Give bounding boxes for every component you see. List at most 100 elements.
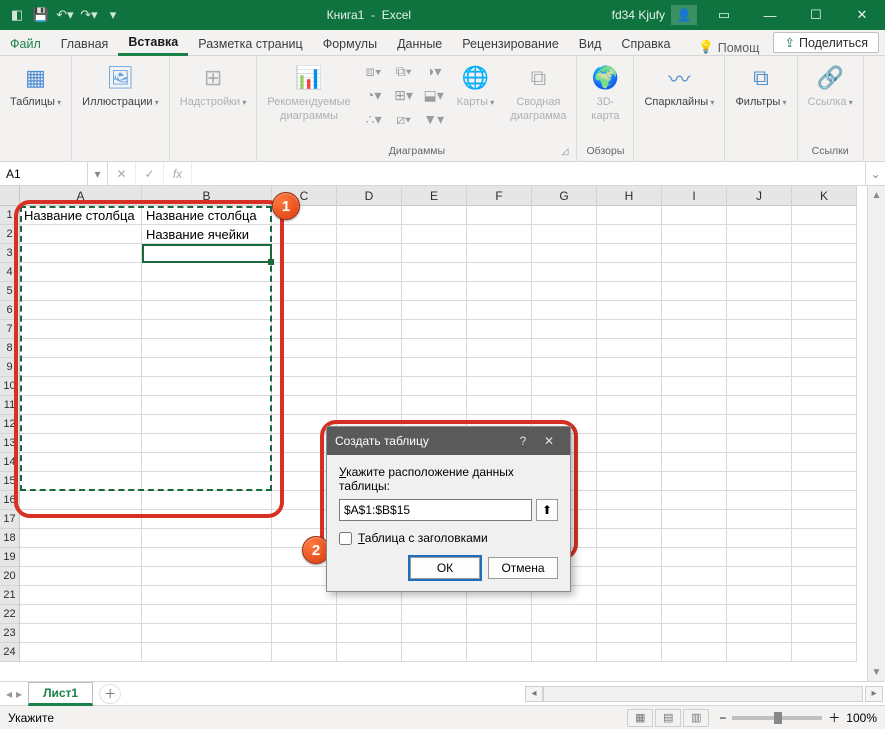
cell-A9[interactable] xyxy=(20,358,142,377)
cell-F4[interactable] xyxy=(467,263,532,282)
cell-H14[interactable] xyxy=(597,453,662,472)
cell-F23[interactable] xyxy=(467,624,532,643)
row-header-11[interactable]: 11 xyxy=(0,396,20,415)
cell-H16[interactable] xyxy=(597,491,662,510)
cell-H6[interactable] xyxy=(597,301,662,320)
cell-I15[interactable] xyxy=(662,472,727,491)
cell-D1[interactable] xyxy=(337,206,402,225)
formula-input[interactable] xyxy=(192,162,865,185)
cell-D10[interactable] xyxy=(337,377,402,396)
cell-A18[interactable] xyxy=(20,529,142,548)
row-header-19[interactable]: 19 xyxy=(0,548,20,567)
cell-J16[interactable] xyxy=(727,491,792,510)
cell-C2[interactable] xyxy=(272,225,337,244)
cell-I12[interactable] xyxy=(662,415,727,434)
cell-E6[interactable] xyxy=(402,301,467,320)
cell-I22[interactable] xyxy=(662,605,727,624)
hscroll-right-icon[interactable]: ▸ xyxy=(865,686,883,702)
cell-H2[interactable] xyxy=(597,225,662,244)
cell-A2[interactable] xyxy=(20,225,142,244)
cell-F11[interactable] xyxy=(467,396,532,415)
map-chart-icon[interactable]: ⬓▾ xyxy=(423,84,445,106)
cell-B11[interactable] xyxy=(142,396,272,415)
maximize-button[interactable]: ☐ xyxy=(793,0,839,30)
3dmap-button[interactable]: 🌍 3D- карта xyxy=(583,60,627,124)
undo-icon[interactable]: ↶▾ xyxy=(56,6,74,24)
cell-G8[interactable] xyxy=(532,339,597,358)
cell-C24[interactable] xyxy=(272,643,337,662)
row-header-21[interactable]: 21 xyxy=(0,586,20,605)
cell-D22[interactable] xyxy=(337,605,402,624)
hscroll-track[interactable] xyxy=(543,686,863,702)
cell-C5[interactable] xyxy=(272,282,337,301)
cell-C6[interactable] xyxy=(272,301,337,320)
cell-J1[interactable] xyxy=(727,206,792,225)
cell-J4[interactable] xyxy=(727,263,792,282)
table-range-input[interactable] xyxy=(339,499,532,521)
redo-icon[interactable]: ↷▾ xyxy=(80,6,98,24)
cell-H1[interactable] xyxy=(597,206,662,225)
dialog-close-button[interactable]: ✕ xyxy=(536,434,562,448)
cell-A1[interactable]: Название столбца xyxy=(20,206,142,225)
row-header-14[interactable]: 14 xyxy=(0,453,20,472)
select-all-corner[interactable] xyxy=(0,186,20,206)
cell-E11[interactable] xyxy=(402,396,467,415)
cell-G24[interactable] xyxy=(532,643,597,662)
cell-K6[interactable] xyxy=(792,301,857,320)
cell-D23[interactable] xyxy=(337,624,402,643)
cell-E10[interactable] xyxy=(402,377,467,396)
cell-I1[interactable] xyxy=(662,206,727,225)
cell-B8[interactable] xyxy=(142,339,272,358)
row-header-4[interactable]: 4 xyxy=(0,263,20,282)
cell-K11[interactable] xyxy=(792,396,857,415)
vertical-scrollbar[interactable]: ▲ ▼ xyxy=(867,186,885,681)
cell-D11[interactable] xyxy=(337,396,402,415)
cell-A23[interactable] xyxy=(20,624,142,643)
cell-G3[interactable] xyxy=(532,244,597,263)
tab-insert[interactable]: Вставка xyxy=(118,30,188,56)
cell-A8[interactable] xyxy=(20,339,142,358)
cell-B18[interactable] xyxy=(142,529,272,548)
dialog-titlebar[interactable]: Создать таблицу ? ✕ xyxy=(327,427,570,455)
zoom-control[interactable]: − ＋ 100% xyxy=(719,709,877,726)
cell-H15[interactable] xyxy=(597,472,662,491)
cell-B7[interactable] xyxy=(142,320,272,339)
cell-J12[interactable] xyxy=(727,415,792,434)
row-header-6[interactable]: 6 xyxy=(0,301,20,320)
tell-me[interactable]: 💡 Помощ xyxy=(690,40,767,55)
stat-chart-icon[interactable]: ⊞▾ xyxy=(393,84,415,106)
cell-E7[interactable] xyxy=(402,320,467,339)
cell-J5[interactable] xyxy=(727,282,792,301)
cell-A13[interactable] xyxy=(20,434,142,453)
zoom-in-icon[interactable]: ＋ xyxy=(828,709,840,726)
cell-G11[interactable] xyxy=(532,396,597,415)
cell-J14[interactable] xyxy=(727,453,792,472)
qat-customize-icon[interactable]: ▾ xyxy=(104,6,122,24)
cell-D8[interactable] xyxy=(337,339,402,358)
dialog-help-button[interactable]: ? xyxy=(510,434,536,448)
cell-I3[interactable] xyxy=(662,244,727,263)
cell-H22[interactable] xyxy=(597,605,662,624)
row-header-24[interactable]: 24 xyxy=(0,643,20,662)
cell-G23[interactable] xyxy=(532,624,597,643)
cell-C11[interactable] xyxy=(272,396,337,415)
cell-B15[interactable] xyxy=(142,472,272,491)
col-header-E[interactable]: E xyxy=(402,186,467,206)
page-break-view-button[interactable]: ▥ xyxy=(683,709,709,727)
name-box-dropdown-icon[interactable]: ▾ xyxy=(88,162,108,185)
cell-D9[interactable] xyxy=(337,358,402,377)
cell-H13[interactable] xyxy=(597,434,662,453)
row-header-12[interactable]: 12 xyxy=(0,415,20,434)
cell-F10[interactable] xyxy=(467,377,532,396)
cell-F6[interactable] xyxy=(467,301,532,320)
cell-J19[interactable] xyxy=(727,548,792,567)
cell-A7[interactable] xyxy=(20,320,142,339)
cell-A16[interactable] xyxy=(20,491,142,510)
cell-E1[interactable] xyxy=(402,206,467,225)
fx-icon[interactable]: fx xyxy=(164,162,192,185)
line-chart-icon[interactable]: ⧉▾ xyxy=(393,60,415,82)
page-layout-view-button[interactable]: ▤ xyxy=(655,709,681,727)
chevron-left-icon[interactable]: ◂ xyxy=(6,687,12,701)
cell-F5[interactable] xyxy=(467,282,532,301)
cell-K17[interactable] xyxy=(792,510,857,529)
